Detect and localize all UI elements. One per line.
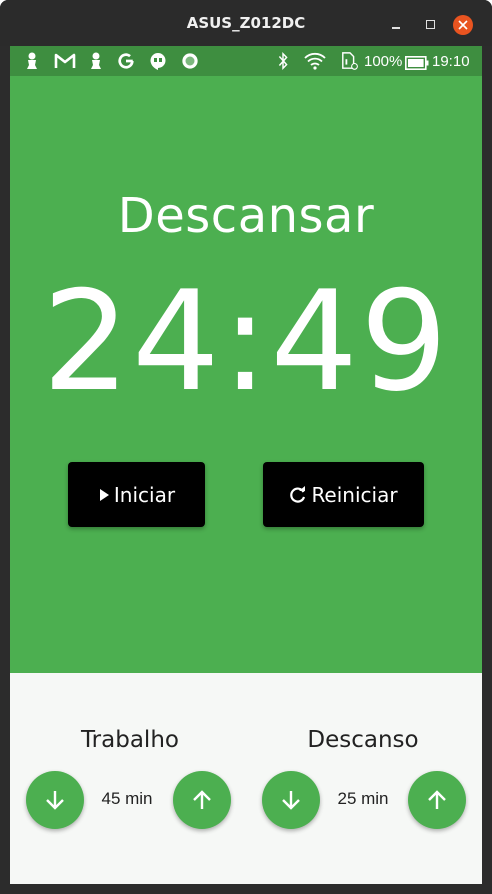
- close-button[interactable]: [453, 15, 473, 35]
- arrow-up-icon: [428, 790, 446, 809]
- play-icon: [99, 488, 109, 501]
- settings-panel: Trabalho Descanso 45 min 25 min: [10, 673, 482, 884]
- start-button[interactable]: Iniciar: [68, 462, 205, 527]
- status-bar: 100% 19:10: [10, 46, 482, 76]
- work-decrease-button[interactable]: [26, 771, 84, 829]
- mode-title: Descansar: [117, 188, 375, 244]
- start-label: Iniciar: [113, 482, 176, 507]
- record-icon: [182, 53, 198, 69]
- google-icon: [118, 53, 134, 69]
- minimize-button[interactable]: [386, 14, 406, 34]
- reset-label: Reiniciar: [311, 482, 398, 507]
- hangouts-icon: [150, 53, 166, 70]
- work-label: Trabalho: [81, 727, 179, 753]
- window-title: ASUS_Z012DC: [186, 14, 306, 32]
- maximize-button[interactable]: [420, 14, 440, 34]
- phone-screen: 100% 19:10 Descansar 24:49 Iniciar Reini…: [10, 46, 482, 884]
- battery-icon: [405, 56, 429, 70]
- wifi-icon: [304, 52, 326, 70]
- arrow-down-icon: [46, 791, 64, 810]
- timer-panel: Descansar 24:49 Iniciar Reiniciar: [10, 76, 482, 673]
- break-decrease-button[interactable]: [262, 771, 320, 829]
- arrow-down-icon: [282, 791, 300, 810]
- notification-app-icon: [27, 52, 37, 69]
- reset-button[interactable]: Reiniciar: [263, 462, 424, 527]
- break-label: Descanso: [307, 727, 419, 753]
- break-increase-button[interactable]: [408, 771, 466, 829]
- bluetooth-icon: [278, 52, 288, 70]
- notification-app-icon-2: [91, 52, 101, 69]
- work-duration-value: 45 min: [101, 789, 153, 808]
- work-increase-button[interactable]: [173, 771, 231, 829]
- device-window: ASUS_Z012DC 100% 19:10 Descansar 24:49 I…: [0, 0, 492, 894]
- window-titlebar: ASUS_Z012DC: [0, 0, 492, 46]
- gmail-icon: [54, 53, 76, 68]
- break-duration-value: 25 min: [337, 789, 389, 808]
- timer-display: 24:49: [42, 261, 450, 422]
- battery-percent: 100%: [364, 53, 403, 70]
- close-icon: [458, 20, 468, 30]
- clock: 19:10: [432, 53, 470, 70]
- sim-card-icon: [342, 52, 358, 70]
- refresh-icon: [290, 485, 306, 503]
- arrow-up-icon: [193, 790, 211, 809]
